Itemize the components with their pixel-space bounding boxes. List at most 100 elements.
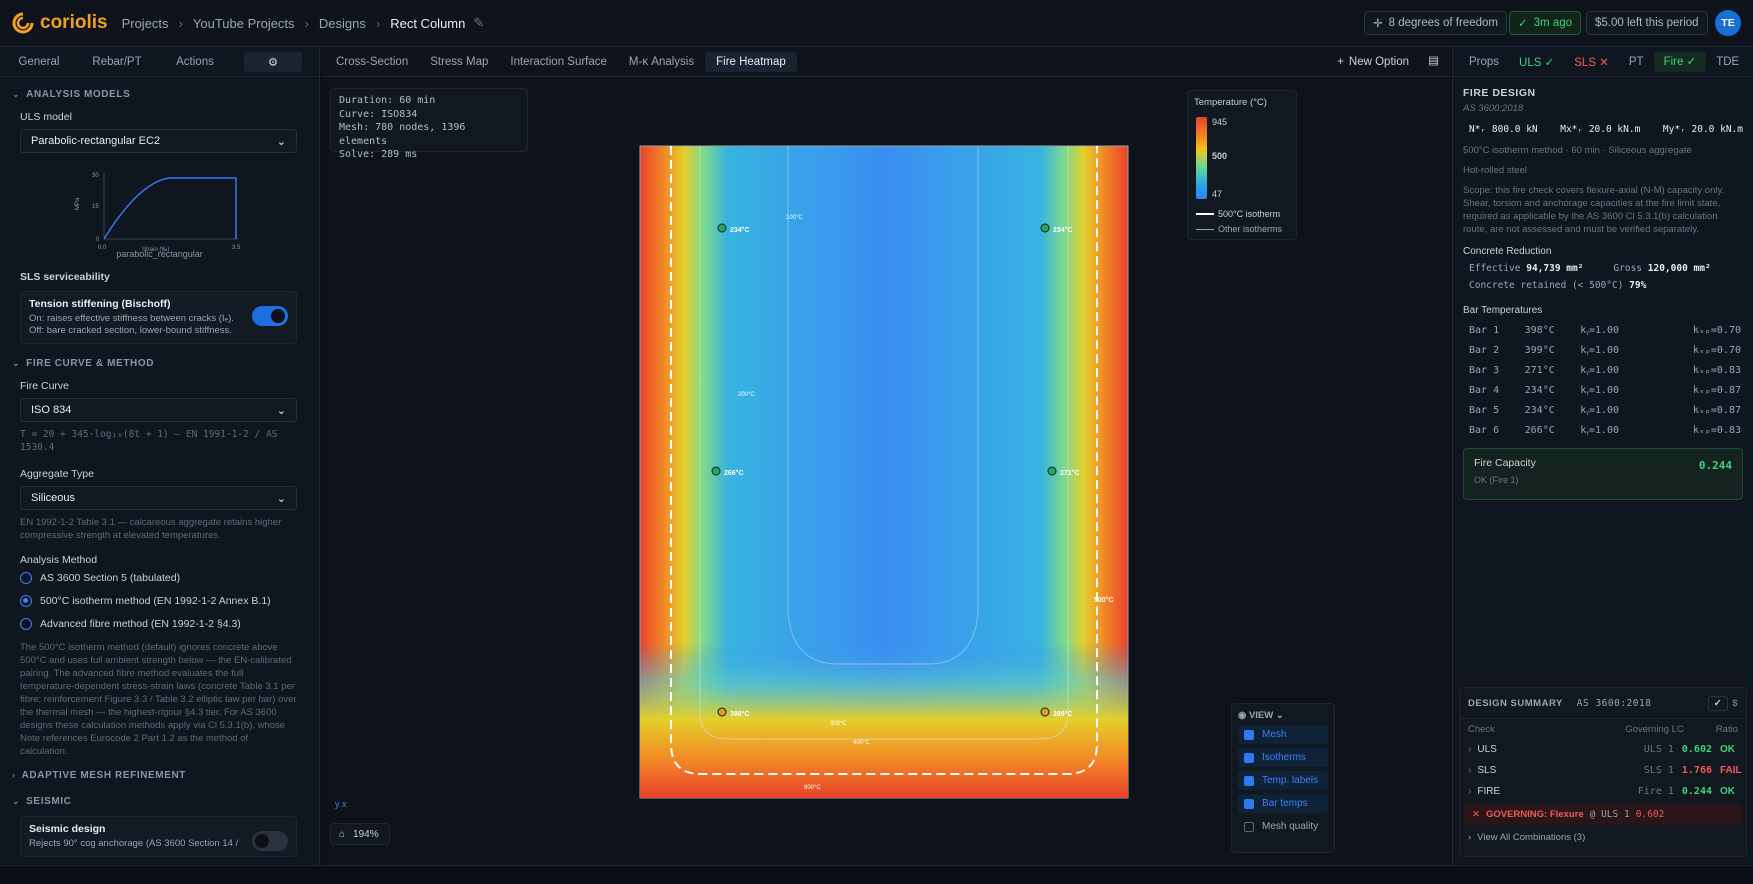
summary-row-sls[interactable]: › SLS SLS 1 1.766 FAIL [1460, 760, 1746, 781]
bar-6-marker[interactable] [711, 466, 721, 476]
section-title: FIRE CURVE & METHOD [26, 357, 155, 369]
tab-actions[interactable]: Actions [156, 56, 234, 68]
avatar[interactable]: TE [1715, 10, 1741, 36]
tab-general[interactable]: General [0, 56, 78, 68]
checkbox[interactable] [1244, 775, 1254, 786]
info-line: Curve: ISO834 [339, 108, 418, 120]
section-fire[interactable]: ⌄ FIRE CURVE & METHOD [0, 350, 319, 376]
tab-fire[interactable]: Fire ✓ [1653, 51, 1707, 72]
x-tick: 0.0 [98, 245, 107, 251]
breadcrumb: Projects › YouTube Projects › Designs › Rec… [122, 15, 485, 31]
tab-tde[interactable]: TDE [1706, 56, 1749, 68]
dollar-icon[interactable]: $ [1732, 698, 1738, 709]
coriolis-logo-icon [12, 12, 34, 34]
radio-button[interactable] [20, 571, 32, 584]
section-title: SEISMIC [26, 795, 72, 807]
heatmap-canvas[interactable]: Duration: 60 min Curve: ISO834 Mesh: 780… [321, 78, 1451, 865]
isotherm-label: 200°C [738, 392, 755, 398]
tab-props[interactable]: Props [1459, 56, 1509, 68]
seismic-card: Seismic design Rejects 90° cog anchorage… [20, 816, 297, 857]
view-title[interactable]: ◉ VIEW ⌄ [1238, 710, 1328, 721]
tab-sls[interactable]: SLS ✕ [1564, 55, 1619, 69]
uls-model-select[interactable]: Parabolic-rectangular EC2 ⌄ [20, 129, 297, 153]
radio-label: Advanced fibre method (EN 1992-1-2 §4.3) [40, 617, 241, 630]
checkbox[interactable] [1244, 729, 1254, 740]
view-all-combinations[interactable]: › View All Combinations (3) [1460, 827, 1746, 848]
isotherm-label: 800°C [804, 785, 821, 791]
logo[interactable]: coriolis [12, 12, 108, 34]
crumb-youtube[interactable]: YouTube Projects [193, 16, 295, 31]
radio-button-selected[interactable] [20, 594, 32, 607]
view-isotherms[interactable]: Isotherms [1238, 748, 1328, 767]
bar-temp-label: 234°C [1053, 226, 1073, 234]
view-tabs: Cross-Section Stress Map Interaction Sur… [321, 47, 1451, 77]
info-line: Solve: 289 ms [339, 149, 418, 160]
table-row: Bar 6 266°C kᵧ=1.00 kₛₚ=0.83 [1469, 420, 1741, 440]
view-mesh-quality[interactable]: Mesh quality [1238, 817, 1328, 836]
saved-badge[interactable]: ✓ 3m ago [1509, 11, 1581, 35]
crumb-designs[interactable]: Designs [319, 16, 366, 31]
ky: kᵧ=1.00 [1580, 424, 1620, 436]
summary-row-fire[interactable]: › FIRE Fire 1 0.244 OK [1460, 781, 1746, 802]
bar-temp: 266°C [1524, 424, 1555, 436]
view-bar-temps[interactable]: Bar temps [1238, 794, 1328, 813]
chevron-right-icon: › [1468, 832, 1472, 843]
x-tick: 3.5 [232, 245, 241, 251]
legend-mid: 500 [1212, 151, 1228, 161]
bar-2-marker[interactable] [1040, 707, 1050, 717]
document-icon[interactable]: ▤ [1428, 53, 1439, 67]
zoom-control[interactable]: ⌂ 194% [330, 823, 390, 845]
tab-fire-heatmap[interactable]: Fire Heatmap [705, 51, 797, 72]
new-option-button[interactable]: + New Option [1337, 52, 1409, 72]
gear-icon: ⚙ [267, 56, 279, 69]
seismic-toggle[interactable] [252, 831, 288, 851]
summary-row-uls[interactable]: › ULS ULS 1 0.602 OK [1460, 739, 1746, 760]
section-analysis-models[interactable]: ⌄ ANALYSIS MODELS [0, 81, 319, 107]
method-isotherm[interactable]: 500°C isotherm method (EN 1992-1-2 Annex… [0, 589, 319, 612]
chevron-down-icon: ⌄ [12, 795, 21, 806]
scope-note: Scope: this fire check covers flexure-ax… [1463, 185, 1725, 235]
bar-4-marker[interactable] [1040, 223, 1050, 233]
method-tabulated[interactable]: AS 3600 Section 5 (tabulated) [0, 566, 319, 589]
governing-ratio: 0.602 [1635, 809, 1665, 820]
dof-badge[interactable]: ✛ 8 degrees of freedom [1364, 11, 1507, 35]
aggregate-label: Aggregate Type [20, 468, 94, 480]
method-fibre[interactable]: Advanced fibre method (EN 1992-1-2 §4.3) [0, 612, 319, 635]
view-temp-labels[interactable]: Temp. labels [1238, 771, 1328, 790]
crumb-projects[interactable]: Projects [122, 16, 169, 31]
fire-curve-select[interactable]: ISO 834 ⌄ [20, 398, 297, 422]
credits-badge[interactable]: $5.00 left this period [1586, 11, 1708, 35]
bar-1-marker[interactable] [717, 707, 727, 717]
tab-stress-map[interactable]: Stress Map [419, 52, 499, 72]
tab-cross-section[interactable]: Cross-Section [325, 52, 419, 72]
check-icon[interactable]: ✓ [1707, 695, 1729, 711]
checkbox[interactable] [1244, 798, 1254, 809]
credits-text: $5.00 left this period [1595, 17, 1699, 29]
radio-button[interactable] [20, 617, 32, 630]
pencil-icon[interactable]: ✎ [473, 15, 484, 31]
bar-name: Bar 6 [1469, 424, 1500, 436]
tab-uls[interactable]: ULS ✓ [1509, 55, 1564, 69]
settings-tab[interactable]: ⚙ [244, 51, 302, 72]
checkbox[interactable] [1244, 752, 1254, 763]
checkbox[interactable] [1244, 821, 1254, 832]
saved-text: 3m ago [1533, 17, 1572, 29]
aggregate-select[interactable]: Siliceous ⌄ [20, 486, 297, 510]
gross-area: Gross 120,000 mm² [1613, 263, 1710, 274]
tension-stiffening-toggle[interactable] [252, 306, 288, 326]
bar-temp: 271°C [1524, 364, 1555, 376]
force-my: My*ᵣ 20.0 kN.m [1662, 124, 1743, 135]
view-mesh[interactable]: Mesh [1238, 725, 1328, 744]
bar-5-marker[interactable] [717, 223, 727, 233]
home-icon[interactable]: ⌂ [339, 829, 345, 840]
section-seismic[interactable]: ⌄ SEISMIC [0, 788, 319, 814]
check-name: SLS [1477, 765, 1497, 776]
radio-label: AS 3600 Section 5 (tabulated) [40, 571, 181, 584]
bar-3-marker[interactable] [1047, 466, 1057, 476]
check-name: FIRE [1477, 786, 1501, 797]
section-mesh[interactable]: › ADAPTIVE MESH REFINEMENT [0, 762, 319, 788]
tab-rebar[interactable]: Rebar/PT [78, 56, 156, 68]
tab-mk[interactable]: M-κ Analysis [618, 52, 705, 72]
tab-interaction[interactable]: Interaction Surface [499, 52, 618, 72]
tab-pt[interactable]: PT [1619, 56, 1654, 68]
